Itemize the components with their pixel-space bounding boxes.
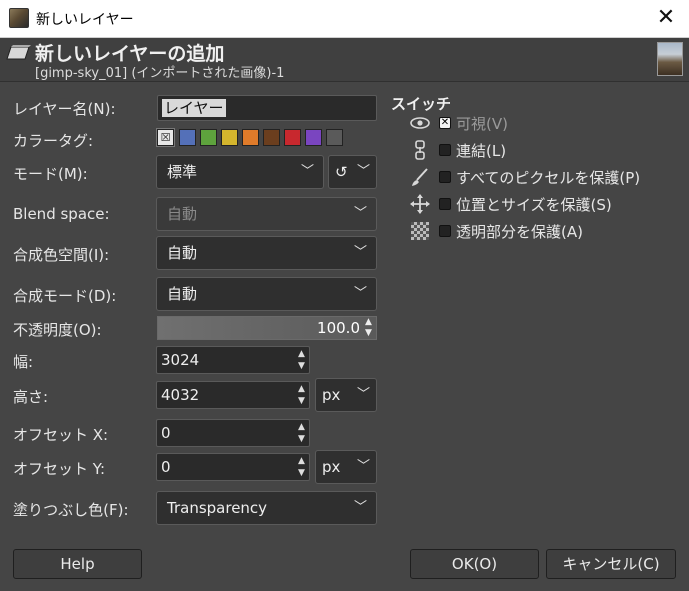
gimp-app-icon: [9, 8, 29, 28]
mode-dropdown[interactable]: 標準 ﹀: [156, 155, 324, 189]
chevron-down-icon: ﹀: [300, 164, 314, 179]
visible-checkbox[interactable]: ✕: [439, 117, 451, 129]
linked-label: 連結(L): [456, 142, 507, 160]
switches-title: スイッチ: [391, 95, 452, 113]
fill-value: Transparency: [167, 499, 268, 517]
spin-down-icon[interactable]: ▼: [296, 433, 307, 445]
lock-position-checkbox[interactable]: [439, 198, 451, 210]
image-thumbnail: [657, 42, 683, 76]
height-input[interactable]: 4032 ▲ ▼: [156, 381, 310, 409]
checkerboard-icon: [409, 220, 431, 242]
size-unit-dropdown[interactable]: px ﹀: [315, 378, 377, 412]
color-tag-yellow[interactable]: [221, 129, 238, 146]
spin-down-icon[interactable]: ▼: [296, 395, 307, 407]
chevron-down-icon: ﹀: [356, 459, 370, 474]
chevron-down-icon: ﹀: [353, 500, 367, 515]
blend-space-label: Blend space:: [13, 205, 110, 223]
fill-dropdown[interactable]: Transparency ﹀: [156, 491, 377, 525]
chevron-down-icon: ﹀: [356, 387, 370, 402]
lock-alpha-label: 透明部分を保護(A): [456, 223, 583, 241]
offset-y-value: 0: [161, 458, 171, 476]
spin-up-icon[interactable]: ▲: [363, 317, 374, 328]
opacity-value: 100.0: [317, 319, 360, 337]
layer-name-input[interactable]: レイヤー: [157, 95, 377, 121]
composite-space-value: 自動: [167, 244, 198, 262]
composite-space-dropdown[interactable]: 自動 ﹀: [156, 236, 377, 270]
spin-up-icon[interactable]: ▲: [296, 455, 307, 467]
size-unit-value: px: [322, 386, 341, 404]
offset-unit-value: px: [322, 458, 341, 476]
mode-switch-dropdown[interactable]: ↺ ﹀: [328, 155, 377, 189]
eye-icon: [409, 112, 431, 134]
offset-x-label: オフセット X:: [13, 426, 109, 444]
color-tag-blue[interactable]: [179, 129, 196, 146]
opacity-slider[interactable]: 100.0 ▲ ▼: [157, 316, 377, 340]
help-button[interactable]: Help: [13, 549, 142, 579]
offset-y-spin-arrows[interactable]: ▲ ▼: [296, 455, 307, 479]
offset-unit-dropdown[interactable]: px ﹀: [315, 450, 377, 484]
chevron-down-icon: ﹀: [353, 245, 367, 260]
offset-y-input[interactable]: 0 ▲ ▼: [156, 453, 310, 481]
opacity-spin-arrows[interactable]: ▲ ▼: [363, 317, 374, 339]
chevron-down-icon: ﹀: [353, 206, 367, 221]
composite-space-label: 合成色空間(I):: [13, 246, 110, 264]
composite-mode-label: 合成モード(D):: [13, 287, 117, 305]
spin-down-icon[interactable]: ▼: [296, 467, 307, 479]
color-tag-violet[interactable]: [305, 129, 322, 146]
mode-value: 標準: [167, 163, 198, 181]
offset-x-value: 0: [161, 424, 171, 442]
color-tag-brown[interactable]: [263, 129, 280, 146]
width-input[interactable]: 3024 ▲ ▼: [156, 346, 310, 374]
dialog-header: 新しいレイヤーの追加 [gimp-sky_01] (インポートされた画像)-1: [0, 38, 689, 82]
brush-icon: [409, 166, 431, 188]
move-icon: [409, 193, 431, 215]
layer-name-label: レイヤー名(N):: [13, 100, 116, 118]
composite-mode-value: 自動: [167, 285, 198, 303]
linked-checkbox[interactable]: [439, 144, 451, 156]
blend-space-value: 自動: [167, 205, 198, 223]
mode-label: モード(M):: [13, 165, 88, 183]
height-spin-arrows[interactable]: ▲ ▼: [296, 383, 307, 407]
visible-label: 可視(V): [456, 115, 508, 133]
chain-icon: [409, 139, 431, 161]
layer-name-value: レイヤー: [162, 99, 226, 117]
color-tag-red[interactable]: [284, 129, 301, 146]
width-spin-arrows[interactable]: ▲ ▼: [296, 348, 307, 372]
chevron-down-icon: ﹀: [356, 164, 370, 179]
close-button[interactable]: ✕: [643, 0, 689, 38]
reset-mode-icon: ↺: [335, 163, 348, 181]
fill-label: 塗りつぶし色(F):: [13, 501, 129, 519]
offset-x-spin-arrows[interactable]: ▲ ▼: [296, 421, 307, 445]
color-tag-gray[interactable]: [326, 129, 343, 146]
image-name: [gimp-sky_01] (インポートされた画像)-1: [35, 66, 285, 81]
offset-x-input[interactable]: 0 ▲ ▼: [156, 419, 310, 447]
color-tag-label: カラータグ:: [13, 132, 94, 150]
lock-alpha-checkbox[interactable]: [439, 225, 451, 237]
lock-position-label: 位置とサイズを保護(S): [456, 196, 612, 214]
lock-pixels-checkbox[interactable]: [439, 171, 451, 183]
cancel-button[interactable]: キャンセル(C): [546, 549, 676, 579]
spin-up-icon[interactable]: ▲: [296, 348, 307, 360]
composite-mode-dropdown[interactable]: 自動 ﹀: [156, 277, 377, 311]
height-value: 4032: [161, 386, 200, 404]
ok-button[interactable]: OK(O): [410, 549, 539, 579]
spin-up-icon[interactable]: ▲: [296, 383, 307, 395]
height-label: 高さ:: [13, 388, 49, 406]
offset-y-label: オフセット Y:: [13, 460, 105, 478]
spin-up-icon[interactable]: ▲: [296, 421, 307, 433]
color-tag-green[interactable]: [200, 129, 217, 146]
window-titlebar: 新しいレイヤー ✕: [0, 0, 689, 38]
window-title: 新しいレイヤー: [36, 12, 134, 28]
color-tag-none[interactable]: ☒: [156, 128, 175, 147]
spin-down-icon[interactable]: ▼: [296, 360, 307, 372]
width-label: 幅:: [13, 353, 34, 371]
color-tag-orange[interactable]: [242, 129, 259, 146]
chevron-down-icon: ﹀: [353, 286, 367, 301]
spin-down-icon[interactable]: ▼: [363, 328, 374, 339]
new-layer-icon: [6, 45, 31, 60]
blend-space-dropdown: 自動 ﹀: [156, 197, 377, 231]
lock-pixels-label: すべてのピクセルを保護(P): [456, 169, 641, 187]
opacity-label: 不透明度(O):: [13, 321, 102, 339]
width-value: 3024: [161, 351, 200, 369]
